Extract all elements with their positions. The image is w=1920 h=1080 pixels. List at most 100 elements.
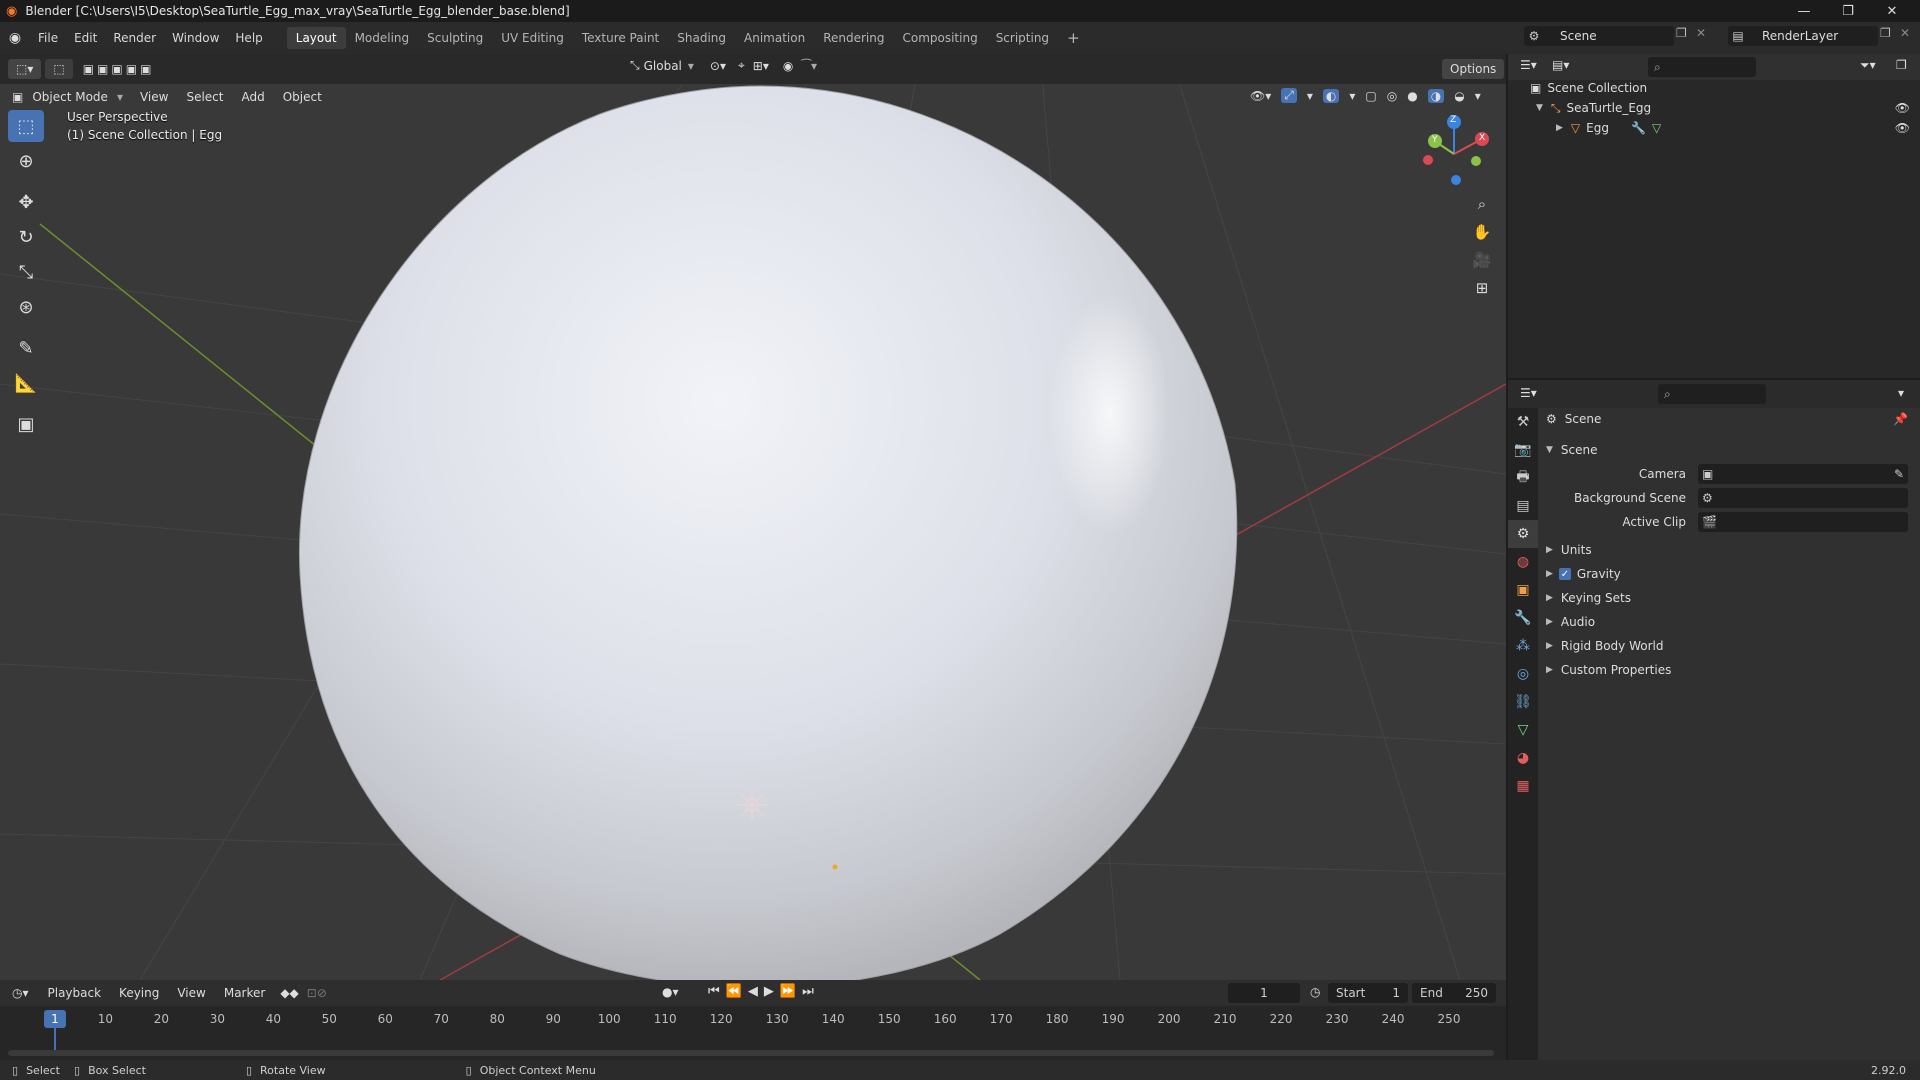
gizmo-neg-y[interactable] bbox=[1471, 156, 1481, 166]
gizmo-neg-x[interactable] bbox=[1423, 155, 1433, 165]
record-icon[interactable]: ●▾ bbox=[662, 985, 679, 999]
menu-marker[interactable]: Marker bbox=[215, 986, 274, 1000]
background-scene-field[interactable]: ⚙ bbox=[1698, 488, 1908, 508]
snap-target-icon[interactable]: ⊞▾ bbox=[753, 59, 769, 73]
pan-hand-icon[interactable]: ✋ bbox=[1468, 218, 1496, 246]
outliner-row-seaturtle-egg[interactable]: ▼ ⤡ SeaTurtle_Egg 👁 bbox=[1508, 98, 1920, 118]
menu-playback[interactable]: Playback bbox=[39, 986, 111, 1000]
material-tab-icon[interactable]: ◕ bbox=[1508, 744, 1538, 772]
texture-tab-icon[interactable]: ▦ bbox=[1508, 772, 1538, 800]
current-frame-field[interactable]: 1 bbox=[1228, 983, 1300, 1003]
gizmo-neg-z[interactable] bbox=[1451, 175, 1461, 185]
timeline-scrollbar[interactable] bbox=[8, 1050, 1494, 1056]
menu-timeline-view[interactable]: View bbox=[168, 986, 214, 1000]
keyframe-nav-icons[interactable]: ◆◆ bbox=[280, 986, 298, 1000]
zoom-icon[interactable]: ⌕ bbox=[1468, 190, 1496, 218]
select-mode-icons[interactable]: ▣▣▣▣▣ bbox=[83, 62, 155, 76]
modifier-wrench-icon[interactable]: 🔧 bbox=[1631, 121, 1646, 135]
tab-layout[interactable]: Layout bbox=[286, 27, 346, 49]
add-cube-tool-icon[interactable]: ▣ bbox=[8, 408, 44, 440]
tab-modeling[interactable]: Modeling bbox=[346, 27, 419, 49]
pivot-icon[interactable]: ⊙▾ bbox=[710, 59, 726, 73]
outliner-editor-type-icon[interactable]: ☰▾ bbox=[1520, 58, 1537, 72]
scene-tab-icon[interactable]: ⚙ bbox=[1508, 520, 1538, 548]
timeline-ruler[interactable]: 10 20 30 40 50 60 70 80 90 100 110 120 130 140 150 160 1… bbox=[0, 1006, 1506, 1060]
new-collection-icon[interactable]: ❐ bbox=[1896, 58, 1907, 72]
menu-render[interactable]: Render bbox=[105, 31, 164, 45]
snap-icon[interactable]: ⌖ bbox=[738, 58, 745, 73]
jump-end-icon[interactable]: ⏭ bbox=[802, 984, 814, 999]
minimize-button[interactable]: — bbox=[1782, 0, 1826, 22]
next-keyframe-icon[interactable]: ⏩ bbox=[780, 984, 796, 999]
render-tab-icon[interactable]: 📷 bbox=[1508, 436, 1538, 464]
delete-renderlayer-icon[interactable]: ✕ bbox=[1900, 26, 1918, 46]
egg-object[interactable] bbox=[298, 85, 1238, 980]
menu-select[interactable]: Select bbox=[177, 90, 232, 104]
camera-field[interactable]: ▣ ✎ bbox=[1698, 464, 1908, 484]
solid-shading-icon[interactable]: ● bbox=[1407, 89, 1417, 103]
menu-object[interactable]: Object bbox=[274, 90, 331, 104]
preview-range-icon[interactable]: ◷ bbox=[1310, 985, 1320, 999]
new-renderlayer-icon[interactable]: ❐ bbox=[1880, 26, 1898, 46]
outliner-row-scene-collection[interactable]: ▣ Scene Collection bbox=[1508, 78, 1920, 98]
menu-add[interactable]: Add bbox=[232, 90, 273, 104]
gizmo-toggle-icon[interactable]: ⤢ bbox=[1281, 88, 1297, 103]
scene-panel-header[interactable]: ▼ Scene bbox=[1546, 438, 1916, 462]
transform-tool-icon[interactable]: ⊛ bbox=[8, 291, 44, 323]
new-scene-icon[interactable]: ❐ bbox=[1676, 26, 1694, 46]
3d-viewport[interactable] bbox=[0, 54, 1506, 980]
move-tool-icon[interactable]: ✥ bbox=[8, 186, 44, 218]
play-reverse-icon[interactable]: ◀ bbox=[748, 984, 758, 999]
add-workspace-button[interactable]: + bbox=[1058, 25, 1089, 51]
physics-tab-icon[interactable]: ◎ bbox=[1508, 660, 1538, 688]
transform-orientation-dropdown[interactable]: Global bbox=[644, 59, 682, 73]
rendered-shading-icon[interactable]: ◒ bbox=[1454, 89, 1464, 103]
visibility-icon[interactable]: 👁▾ bbox=[1250, 89, 1271, 103]
select-tool-icon[interactable]: ⬚ bbox=[45, 59, 73, 79]
select-box-tool-icon[interactable]: ⬚ bbox=[8, 110, 44, 142]
options-dropdown[interactable]: Options bbox=[1442, 59, 1505, 79]
playhead-marker[interactable]: 1 bbox=[44, 1010, 66, 1028]
perspective-toggle-icon[interactable]: ⊞ bbox=[1468, 274, 1496, 302]
falloff-icon[interactable]: ⁀▾ bbox=[801, 59, 817, 73]
proportional-edit-icon[interactable]: ◉ bbox=[783, 59, 793, 73]
menu-edit[interactable]: Edit bbox=[66, 31, 105, 45]
annotate-tool-icon[interactable]: ✎ bbox=[8, 332, 44, 364]
gravity-checkbox[interactable]: ✓ bbox=[1558, 568, 1571, 580]
menu-help[interactable]: Help bbox=[227, 31, 270, 45]
chevron-down-icon[interactable]: ▾ bbox=[1307, 89, 1313, 103]
particles-tab-icon[interactable]: ⁂ bbox=[1508, 632, 1538, 660]
autokey-icons[interactable]: ⊡⊘ bbox=[307, 986, 327, 1000]
display-mode-icon[interactable]: ▤▾ bbox=[1552, 58, 1569, 72]
modifiers-tab-icon[interactable]: 🔧 bbox=[1508, 604, 1538, 632]
tool-tab-icon[interactable]: ⚒ bbox=[1508, 408, 1538, 436]
tab-uv-editing[interactable]: UV Editing bbox=[492, 27, 573, 49]
cursor-tool-icon[interactable]: ⊕ bbox=[8, 145, 44, 177]
delete-scene-icon[interactable]: ✕ bbox=[1696, 26, 1714, 46]
jump-start-icon[interactable]: ⏮ bbox=[708, 984, 720, 999]
pin-icon[interactable]: 📌 bbox=[1893, 412, 1908, 426]
maximize-button[interactable]: ❐ bbox=[1826, 0, 1870, 22]
expand-arrow-icon[interactable]: ▶ bbox=[1556, 123, 1563, 133]
custom-properties-panel-header[interactable]: ▶ Custom Properties bbox=[1546, 658, 1916, 682]
overlay-toggle-icon[interactable]: ◐ bbox=[1322, 88, 1340, 103]
start-frame-field[interactable]: Start 1 bbox=[1328, 983, 1408, 1003]
play-icon[interactable]: ▶ bbox=[764, 984, 774, 999]
editor-type-icon[interactable]: ⬚▾ bbox=[8, 59, 42, 79]
light-object-icon[interactable] bbox=[737, 790, 767, 820]
eye-icon[interactable]: 👁 bbox=[1895, 101, 1910, 115]
material-shading-icon[interactable]: ◑ bbox=[1427, 88, 1445, 103]
tab-compositing[interactable]: Compositing bbox=[893, 27, 986, 49]
renderlayer-selector[interactable]: ▤ RenderLayer bbox=[1728, 26, 1878, 46]
properties-editor-type-icon[interactable]: ☰▾ bbox=[1520, 386, 1537, 400]
outliner-row-egg[interactable]: ▶ ▽ Egg 🔧 ▽ 👁 bbox=[1508, 118, 1920, 138]
blender-menu-icon[interactable]: ◉ bbox=[0, 30, 30, 46]
output-tab-icon[interactable]: 🖶 bbox=[1508, 464, 1538, 492]
eyedropper-icon[interactable]: ✎ bbox=[1894, 467, 1904, 481]
data-tab-icon[interactable]: ▽ bbox=[1508, 716, 1538, 744]
keying-sets-panel-header[interactable]: ▶ Keying Sets bbox=[1546, 586, 1916, 610]
scale-tool-icon[interactable]: ⤡ bbox=[8, 256, 44, 288]
units-panel-header[interactable]: ▶ Units bbox=[1546, 538, 1916, 562]
camera-view-icon[interactable]: 🎥 bbox=[1468, 246, 1496, 274]
menu-window[interactable]: Window bbox=[164, 31, 227, 45]
